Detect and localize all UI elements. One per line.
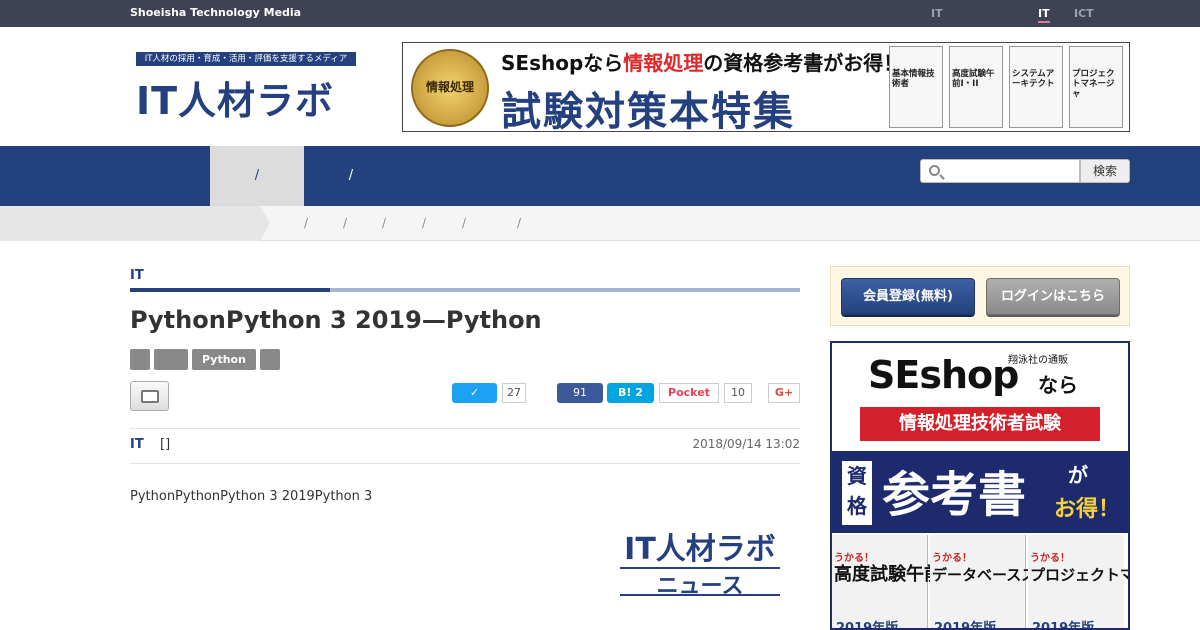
sidebar-ad-otoku: お得！ [1054, 497, 1121, 522]
news-logo: IT人材ラボ ニュース [620, 524, 780, 599]
article-date: 2018/09/14 13:02 [692, 437, 800, 451]
hatena-count: 2 [635, 386, 643, 399]
twitter-count: 27 [502, 383, 526, 403]
facebook-button[interactable]: 91 [557, 383, 603, 403]
banner-book: 高度試験午前I・II [949, 46, 1003, 128]
banner-headline: SEshopなら情報処理の資格参考書がお得！ [501, 51, 904, 75]
pocket-button[interactable]: Pocket [659, 383, 719, 403]
breadcrumb-separator: / [343, 216, 348, 230]
top-bar-link-ict[interactable]: ICT [1074, 7, 1094, 20]
top-bar-link-it-active[interactable]: IT [1038, 7, 1050, 23]
header-ad-banner[interactable]: 情報処理 SEshopなら情報処理の資格参考書がお得！ 試験対策本特集 基本情報… [402, 42, 1130, 132]
sidebar-ad-headline: 資格 参考書 が お得！ [832, 451, 1128, 533]
article-lead: PythonPythonPython 3 2019Python 3 [130, 489, 373, 504]
breadcrumb-separator: / [462, 216, 467, 230]
sidebar-ad-nara: なら [1038, 373, 1078, 397]
tag-2[interactable] [154, 349, 188, 370]
top-bar-brand[interactable]: Shoeisha Technology Media [130, 6, 301, 19]
sidebar-ad-sankousho: 参考書 [882, 467, 1027, 523]
category-divider [130, 288, 800, 292]
tag-4[interactable] [260, 349, 280, 370]
article-author: [] [160, 437, 171, 452]
register-button[interactable]: 会員登録(無料) [841, 278, 975, 315]
breadcrumb-separator: / [382, 216, 387, 230]
sidebar-ad-kaku: 資格 [842, 461, 872, 525]
breadcrumb-separator: / [422, 216, 427, 230]
sidebar-ad-top: 翔泳社の通販 SEshop なら [832, 343, 1128, 403]
search-icon [929, 165, 940, 176]
banner-books: 基本情報技術者 高度試験午前I・II システムアーキテクト プロジェクトマネージ… [889, 46, 1127, 128]
breadcrumb: / / / / / / [0, 206, 1200, 241]
sidebar-ad-ga: が [1068, 463, 1088, 487]
banner-book: 基本情報技術者 [889, 46, 943, 128]
facebook-count: 91 [573, 386, 587, 399]
article-source[interactable]: IT [130, 437, 144, 452]
article-category[interactable]: IT [130, 268, 144, 283]
banner-seal-icon: 情報処理 [411, 49, 489, 127]
member-box: 会員登録(無料) ログインはこちら [830, 266, 1130, 326]
sidebar-ad-book: うかる！ 高度試験午前I・II 2019年版 [832, 535, 980, 628]
breadcrumb-separator: / [304, 216, 309, 230]
top-bar: Shoeisha Technology Media IT IT ICT [0, 0, 1200, 27]
banner-book: プロジェクトマネージャ [1069, 46, 1123, 128]
breadcrumb-home[interactable] [0, 206, 270, 241]
nav-item-2[interactable]: / [304, 146, 398, 206]
sidebar-ad-brand: SEshop [868, 353, 1019, 397]
logo-tagline: IT人材の採用・育成・活用・評価を支援するメディア [136, 52, 356, 66]
hatena-button[interactable]: B! 2 [607, 383, 654, 403]
news-logo-rule [620, 594, 780, 596]
news-logo-title: IT人材ラボ [624, 532, 776, 567]
nav-item-1[interactable]: / [210, 146, 304, 206]
gplus-button[interactable]: G+ [768, 383, 800, 403]
twitter-button[interactable]: ✓ [452, 383, 497, 403]
printer-icon [141, 390, 159, 403]
search-input[interactable] [920, 159, 1080, 183]
sidebar-ad[interactable]: 翔泳社の通販 SEshop なら 情報処理技術者試験 資格 参考書 が お得！ … [830, 341, 1130, 630]
banner-book: システムアーキテクト [1009, 46, 1063, 128]
sidebar-ad-ribbon: 情報処理技術者試験 [860, 407, 1100, 441]
breadcrumb-separator: / [517, 216, 522, 230]
banner-title: 試験対策本特集 [501, 89, 795, 132]
print-button[interactable] [130, 381, 169, 411]
article-meta: IT [] 2018/09/14 13:02 [130, 428, 800, 464]
tag-1[interactable] [130, 349, 150, 370]
search-button[interactable]: 検索 [1080, 159, 1130, 183]
sidebar-ad-book: うかる！ データベーススペシャリスト 2019年版 [930, 535, 1125, 628]
banner-seal-text: 情報処理 [425, 80, 474, 94]
article-title: PythonPython 3 2019—Python [130, 306, 542, 334]
sidebar-ad-book: うかる！ プロジェクトマネージャ 2019年版 [1028, 535, 1128, 628]
site-search: 検索 [920, 159, 1130, 183]
tag-python[interactable]: Python [192, 349, 256, 370]
login-button[interactable]: ログインはこちら [986, 278, 1120, 315]
pocket-count: 10 [724, 383, 752, 403]
site-logo[interactable]: IT人材ラボ [136, 70, 334, 125]
twitter-bird-icon: ✓ [469, 386, 480, 399]
top-bar-link-it-1[interactable]: IT [931, 7, 943, 20]
